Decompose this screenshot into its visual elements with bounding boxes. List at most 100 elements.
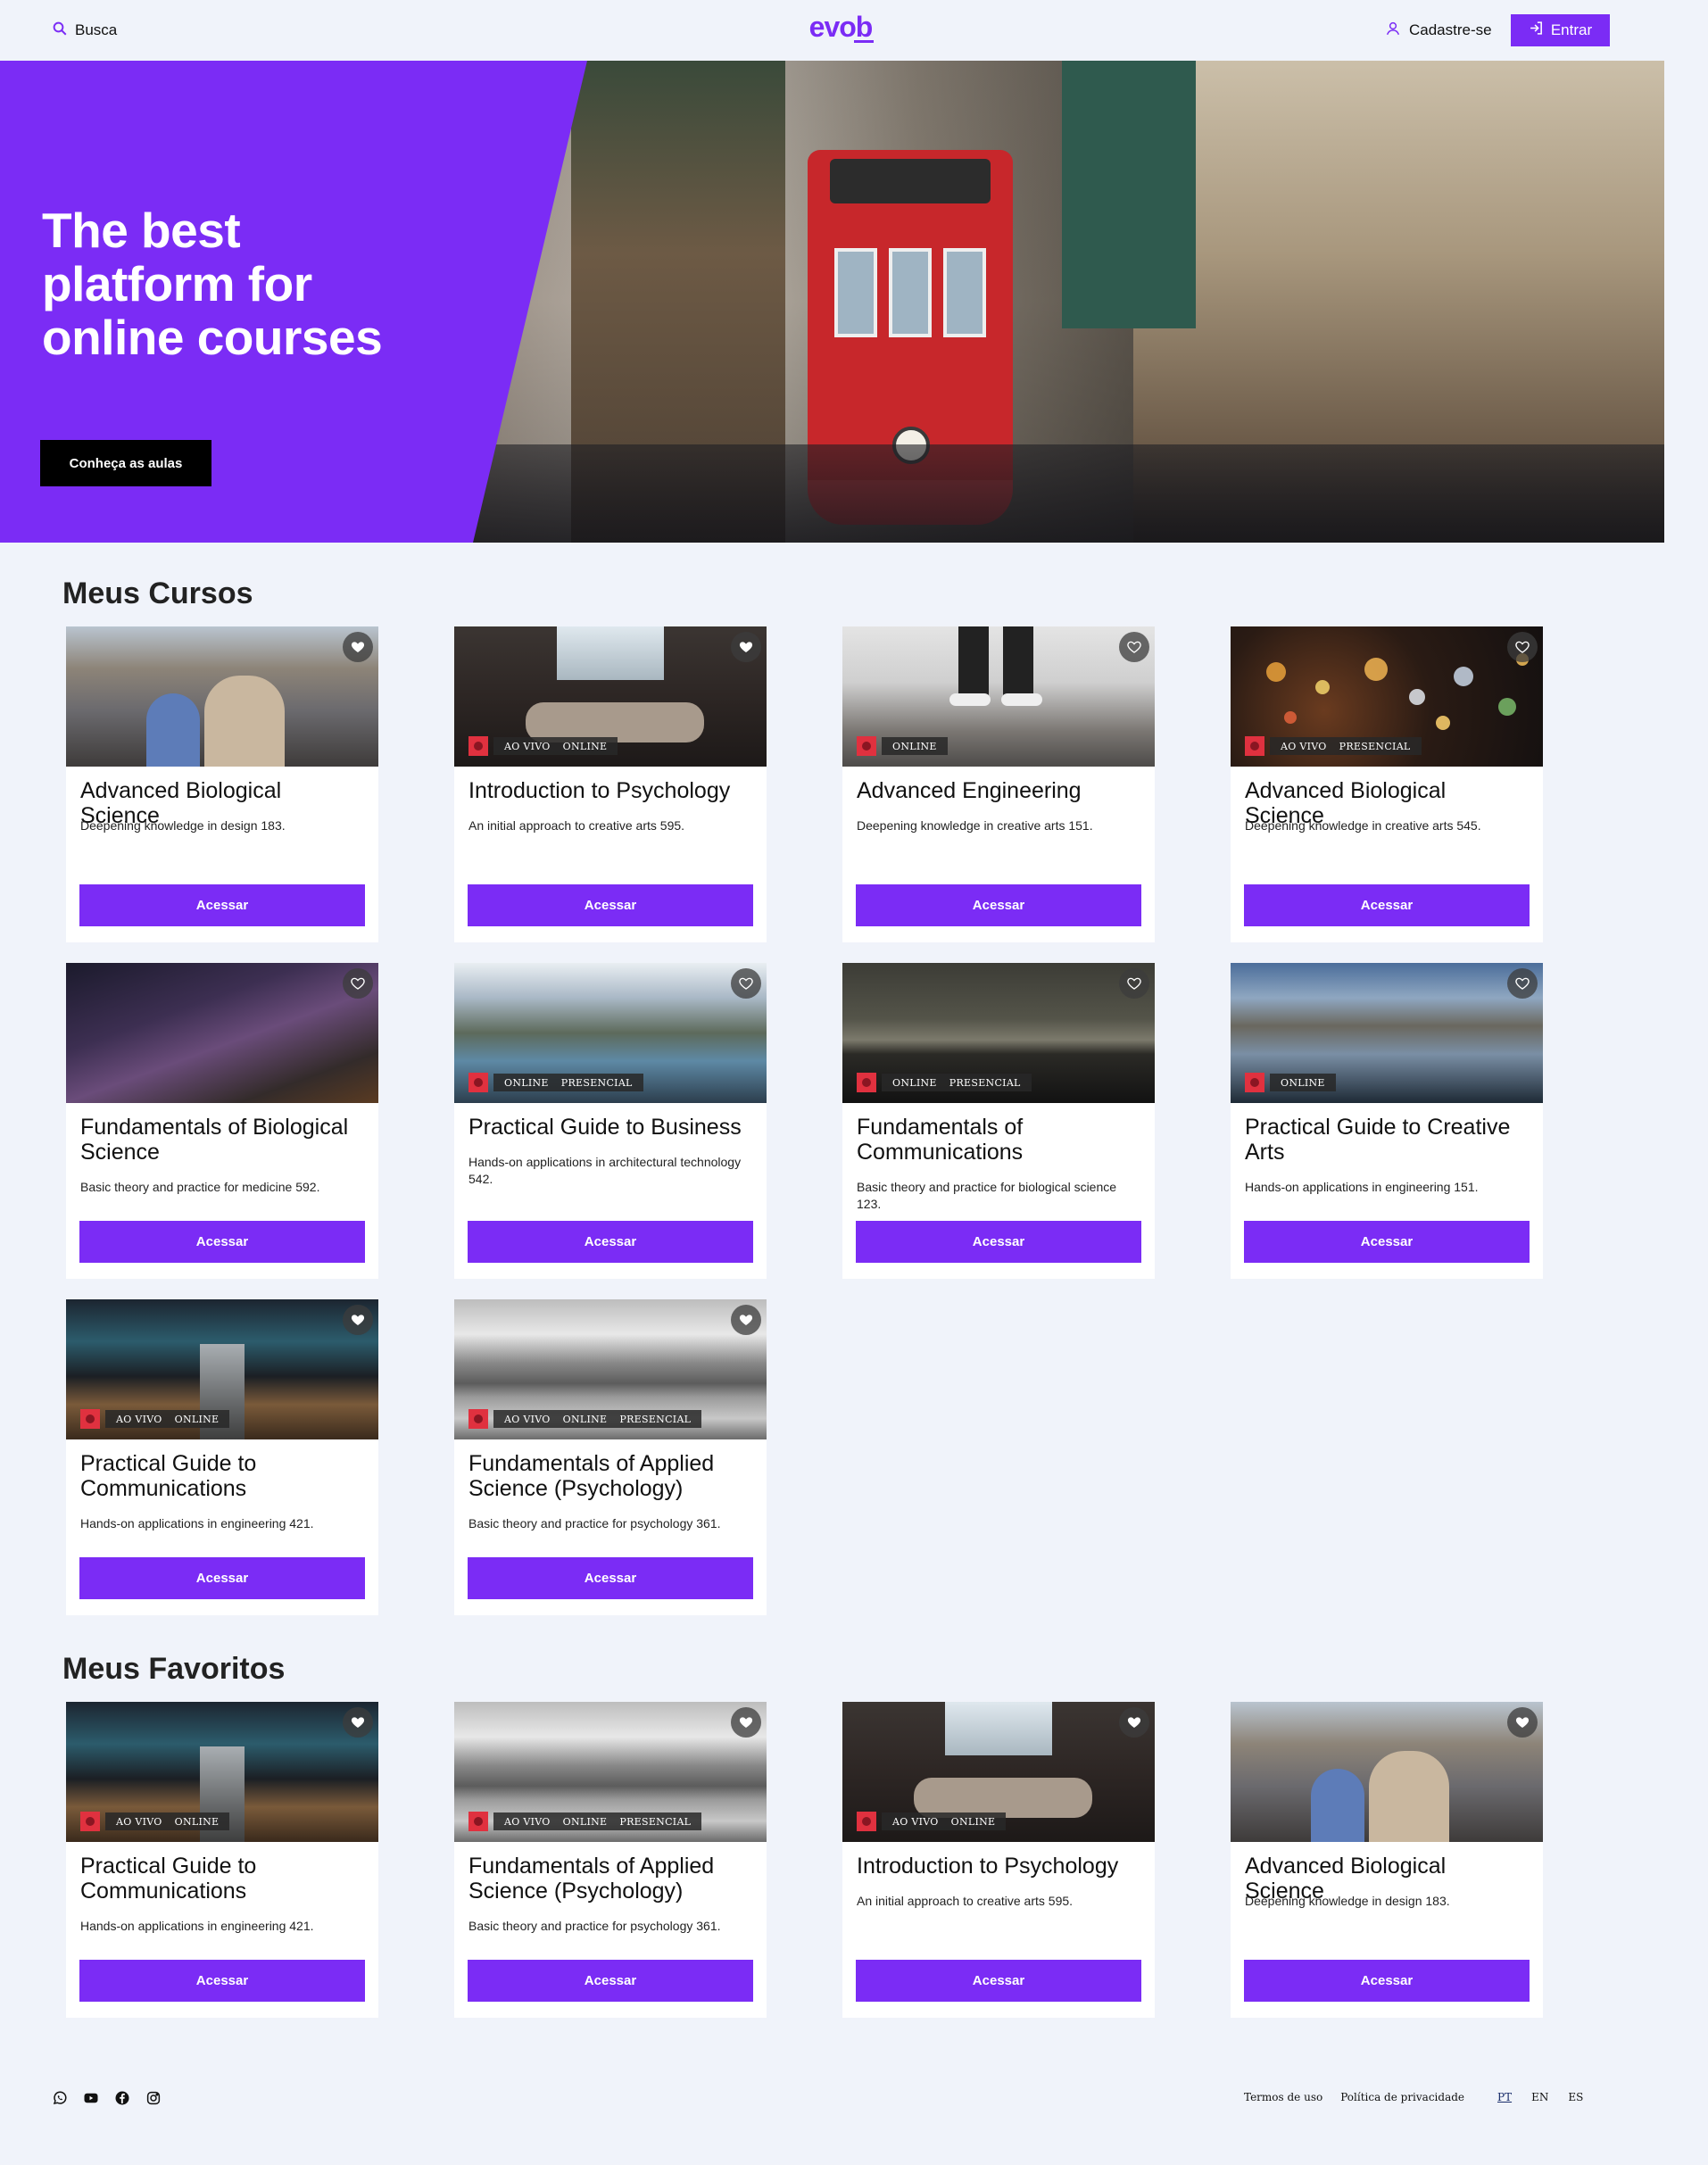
access-course-button[interactable]: Acessar (1244, 1221, 1530, 1263)
course-card[interactable]: Fundamentals of Biological Science Basic… (66, 963, 378, 1279)
favorite-heart-icon[interactable] (1507, 632, 1538, 662)
course-thumbnail[interactable] (66, 963, 378, 1103)
logo-text: evob (808, 10, 874, 43)
course-card[interactable]: AO VIVO ONLINE PRESENCIAL Fundamentals of … (454, 1299, 767, 1615)
course-title: Fundamentals of Communications (857, 1115, 1024, 1165)
favorite-heart-icon[interactable] (1507, 1707, 1538, 1738)
course-description: Hands-on applications in engineering 421… (80, 1516, 314, 1530)
course-tag: ONLINE (174, 1815, 220, 1828)
language-es[interactable]: ES (1568, 2091, 1583, 2103)
language-switcher: PT EN ES (1497, 2091, 1583, 2103)
access-course-button[interactable]: Acessar (468, 1557, 753, 1599)
course-type-icon (1245, 1073, 1264, 1092)
course-tags: AO VIVO ONLINE (105, 1410, 230, 1428)
course-tag: PRESENCIAL (560, 1076, 633, 1089)
favorite-heart-icon[interactable] (1119, 968, 1149, 999)
course-tag: ONLINE (562, 1413, 608, 1425)
course-thumbnail[interactable]: AO VIVO ONLINE PRESENCIAL (454, 1299, 767, 1439)
login-button[interactable]: Entrar (1511, 14, 1610, 46)
course-tags: AO VIVO ONLINE (493, 737, 618, 755)
whatsapp-icon[interactable] (52, 2090, 68, 2106)
course-card[interactable]: Advanced Biological Science Deepening kn… (1231, 1702, 1543, 2018)
access-course-button[interactable]: Acessar (468, 884, 753, 926)
facebook-icon[interactable] (114, 2090, 130, 2106)
terms-of-use-link[interactable]: Termos de uso (1244, 2091, 1322, 2103)
course-thumbnail[interactable] (1231, 1702, 1543, 1842)
course-description: Hands-on applications in engineering 151… (1245, 1180, 1479, 1194)
course-thumbnail[interactable]: AO VIVO PRESENCIAL (1231, 626, 1543, 767)
course-tags: AO VIVO ONLINE (105, 1812, 230, 1830)
favorite-heart-icon[interactable] (731, 968, 761, 999)
course-tag: ONLINE (892, 740, 937, 752)
access-course-button[interactable]: Acessar (468, 1960, 753, 2002)
course-card[interactable]: ONLINE Practical Guide to Creative Arts … (1231, 963, 1543, 1279)
course-thumbnail[interactable]: AO VIVO ONLINE (842, 1702, 1155, 1842)
course-description: Deepening knowledge in creative arts 151… (857, 818, 1093, 833)
access-course-button[interactable]: Acessar (1244, 1960, 1530, 2002)
course-tag: AO VIVO (504, 1413, 551, 1425)
favorite-heart-icon[interactable] (1119, 632, 1149, 662)
favorite-heart-icon[interactable] (343, 1305, 373, 1335)
course-thumbnail[interactable]: ONLINE PRESENCIAL (454, 963, 767, 1103)
course-badges: AO VIVO ONLINE PRESENCIAL (468, 1812, 702, 1831)
course-description: Basic theory and practice for medicine 5… (80, 1180, 320, 1194)
course-tag: AO VIVO (116, 1413, 162, 1425)
course-type-icon (468, 1073, 488, 1092)
course-card[interactable]: AO VIVO ONLINE PRESENCIAL Fundamentals of … (454, 1702, 767, 2018)
privacy-policy-link[interactable]: Política de privacidade (1340, 2091, 1464, 2103)
instagram-icon[interactable] (145, 2090, 162, 2106)
course-thumbnail[interactable]: AO VIVO ONLINE PRESENCIAL (454, 1702, 767, 1842)
course-card[interactable]: AO VIVO ONLINE Introduction to Psychology… (454, 626, 767, 942)
course-title: Introduction to Psychology (857, 1854, 1119, 1879)
social-links (52, 2090, 162, 2106)
favorite-heart-icon[interactable] (731, 1305, 761, 1335)
favorite-heart-icon[interactable] (343, 632, 373, 662)
course-thumbnail[interactable]: AO VIVO ONLINE (66, 1702, 378, 1842)
favorite-heart-icon[interactable] (731, 632, 761, 662)
course-thumbnail[interactable]: ONLINE PRESENCIAL (842, 963, 1155, 1103)
favorite-heart-icon[interactable] (1507, 968, 1538, 999)
access-course-button[interactable]: Acessar (856, 1221, 1141, 1263)
signup-link[interactable]: Cadastre-se (1385, 20, 1492, 41)
course-badges: AO VIVO ONLINE (468, 736, 618, 756)
evob-logo[interactable]: evob (806, 9, 875, 45)
course-title: Fundamentals of Applied Science (Psychol… (468, 1854, 715, 1904)
course-card[interactable]: AO VIVO ONLINE Practical Guide to Communi… (66, 1702, 378, 2018)
access-course-button[interactable]: Acessar (1244, 884, 1530, 926)
course-card[interactable]: ONLINE Advanced Engineering Deepening kn… (842, 626, 1155, 942)
course-card[interactable]: AO VIVO ONLINE Practical Guide to Communi… (66, 1299, 378, 1615)
access-course-button[interactable]: Acessar (79, 1221, 365, 1263)
course-type-icon (80, 1812, 100, 1831)
access-course-button[interactable]: Acessar (468, 1221, 753, 1263)
favorite-heart-icon[interactable] (343, 1707, 373, 1738)
explore-classes-button[interactable]: Conheça as aulas (40, 440, 211, 486)
course-thumbnail[interactable]: ONLINE (1231, 963, 1543, 1103)
access-course-button[interactable]: Acessar (856, 884, 1141, 926)
access-course-button[interactable]: Acessar (79, 1557, 365, 1599)
favorite-heart-icon[interactable] (1119, 1707, 1149, 1738)
language-pt[interactable]: PT (1497, 2091, 1512, 2103)
course-description: Hands-on applications in engineering 421… (80, 1919, 314, 1933)
youtube-icon[interactable] (83, 2090, 99, 2106)
access-course-button[interactable]: Acessar (79, 1960, 365, 2002)
favorite-heart-icon[interactable] (731, 1707, 761, 1738)
course-card[interactable]: Advanced Biological Science Deepening kn… (66, 626, 378, 942)
favorite-heart-icon[interactable] (343, 968, 373, 999)
language-en[interactable]: EN (1531, 2091, 1548, 2103)
access-course-button[interactable]: Acessar (856, 1960, 1141, 2002)
course-thumbnail[interactable]: AO VIVO ONLINE (66, 1299, 378, 1439)
course-card[interactable]: ONLINE PRESENCIAL Practical Guide to Busi… (454, 963, 767, 1279)
access-course-button[interactable]: Acessar (79, 884, 365, 926)
course-type-icon (468, 1409, 488, 1429)
course-badges: ONLINE PRESENCIAL (857, 1073, 1032, 1092)
course-tag: PRESENCIAL (949, 1076, 1021, 1089)
course-card[interactable]: AO VIVO ONLINE Introduction to Psychology… (842, 1702, 1155, 2018)
course-card[interactable]: ONLINE PRESENCIAL Fundamentals of Communi… (842, 963, 1155, 1279)
course-badges: AO VIVO ONLINE PRESENCIAL (468, 1409, 702, 1429)
my-favorites-title: Meus Favoritos (62, 1652, 286, 1686)
course-thumbnail[interactable]: AO VIVO ONLINE (454, 626, 767, 767)
course-thumbnail[interactable] (66, 626, 378, 767)
course-thumbnail[interactable]: ONLINE (842, 626, 1155, 767)
search-button[interactable]: Busca (52, 20, 117, 41)
course-card[interactable]: AO VIVO PRESENCIAL Advanced Biological Sc… (1231, 626, 1543, 942)
